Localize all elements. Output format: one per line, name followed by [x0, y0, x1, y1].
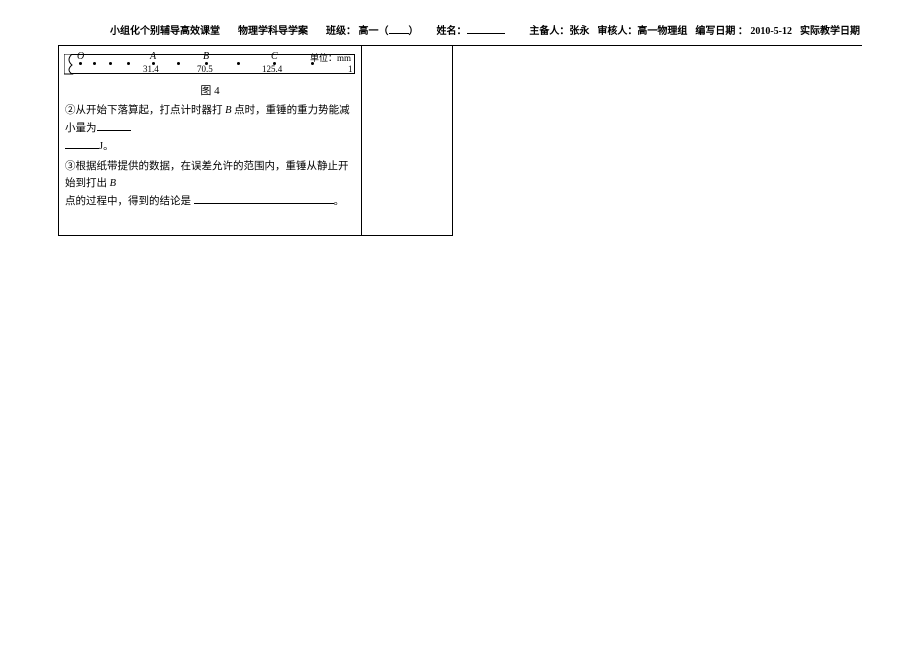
unit-label: 单位：mm — [310, 51, 351, 64]
class-suffix: ） — [409, 26, 419, 37]
figure-caption: 图 4 — [65, 82, 355, 98]
p2-unit: J。 — [99, 141, 114, 152]
p2-blank-2 — [65, 139, 99, 149]
dot-5 — [237, 62, 240, 65]
point-b-label: B — [203, 51, 209, 62]
date-label: 编写日期 ： — [695, 26, 748, 37]
date-value: 2010-5-12 — [750, 26, 792, 37]
preparer-name: 张永 — [569, 26, 589, 37]
value-c: 125.4 — [262, 64, 282, 74]
paragraph-3: ③根据纸带提供的数据，在误差允许的范围内，重锤从静止开始到打出 B 点的过程中，… — [65, 158, 355, 212]
p2-blank-1 — [97, 121, 131, 131]
preparer-label: 主备人： — [529, 26, 569, 37]
org-name: 小组化个别辅导高效课堂 — [110, 22, 220, 37]
p3-b: B — [107, 178, 116, 189]
value-a: 31.4 — [143, 64, 159, 74]
p3-end: 。 — [334, 196, 345, 207]
class-label: 班级： — [326, 26, 356, 37]
content-cell-left: O A 31.4 B 70.5 C 125.4 — [59, 46, 362, 235]
p3-mid: 点的过程中，得到的结论是 — [65, 196, 191, 207]
dot-2 — [109, 62, 112, 65]
header-right: 主备人：张永 审核人：高一物理组 编写日期 ： 2010-5-12 实际教学日期 — [529, 22, 860, 37]
tape-diagram: O A 31.4 B 70.5 C 125.4 — [65, 52, 355, 80]
content-cell-right — [362, 46, 452, 235]
dot-1 — [93, 62, 96, 65]
value-edge: 1 — [348, 64, 353, 74]
reviewer-label: 审核人： — [597, 26, 637, 37]
dot-4 — [177, 62, 180, 65]
class-field: 班级： 高一（ ） — [326, 22, 419, 37]
p2-b: B — [223, 105, 235, 116]
compose-date: 编写日期 ： 2010-5-12 — [695, 22, 792, 37]
reviewer: 审核人：高一物理组 — [597, 22, 687, 37]
page-header: 小组化个别辅导高效课堂 物理学科导学案 班级： 高一（ ） 姓名： 主备人：张永 … — [0, 0, 920, 43]
content-table: O A 31.4 B 70.5 C 125.4 — [58, 46, 453, 236]
value-b: 70.5 — [197, 64, 213, 74]
tape-diagram-wrap: O A 31.4 B 70.5 C 125.4 — [65, 50, 355, 100]
dot-a — [127, 62, 130, 65]
subject-name: 物理学科导学案 — [238, 22, 308, 37]
preparer: 主备人：张永 — [529, 22, 589, 37]
reviewer-name: 高一物理组 — [637, 26, 687, 37]
point-o-label: O — [77, 51, 84, 62]
name-blank — [467, 24, 505, 34]
header-left: 小组化个别辅导高效课堂 物理学科导学案 班级： 高一（ ） 姓名： — [110, 22, 505, 37]
dot-o — [79, 62, 82, 65]
class-prefix: 高一（ — [359, 26, 389, 37]
point-a-label: A — [150, 51, 156, 62]
paragraph-2: ②从开始下落算起，打点计时器打 B 点时，重锤的重力势能减小量为J。 — [65, 102, 355, 156]
p2-prefix: ②从开始下落算起，打点计时器打 — [65, 105, 223, 116]
p3-blank — [194, 194, 334, 204]
name-field: 姓名： — [437, 22, 505, 37]
name-label: 姓名： — [437, 26, 467, 37]
actual-date-label: 实际教学日期 — [800, 22, 860, 37]
point-c-label: C — [271, 51, 278, 62]
class-blank — [389, 24, 409, 34]
